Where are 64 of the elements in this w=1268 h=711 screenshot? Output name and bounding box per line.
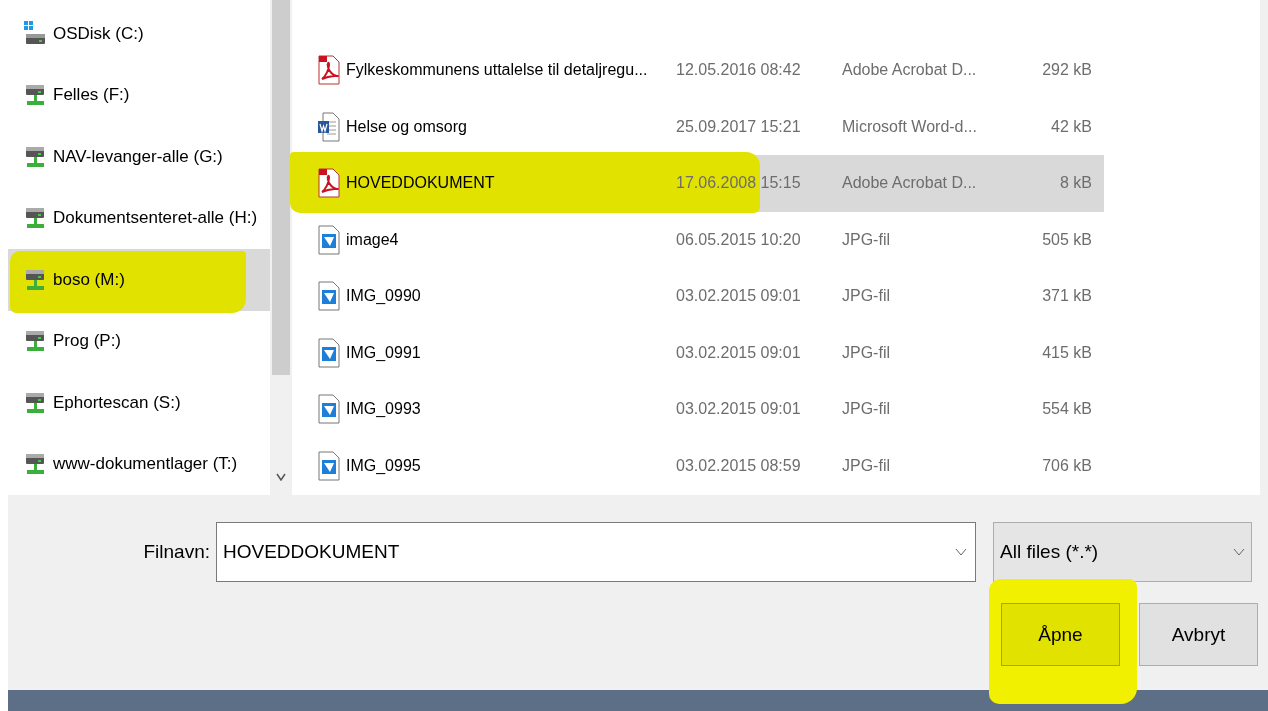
hard-drive-icon [24,20,46,47]
file-name: Helse og omsorg [346,117,467,136]
file-date: 03.02.2015 09:01 [676,287,802,306]
word-document-icon [318,111,340,142]
dropdown-caret-icon[interactable] [955,548,967,556]
file-type: JPG-fil [842,287,891,306]
file-name: image4 [346,230,399,249]
file-date: 03.02.2015 09:01 [676,400,802,419]
navigation-item[interactable]: Felles (F:) [8,64,270,126]
navigation-item[interactable]: boso (M:) [8,249,270,311]
file-type: Adobe Acrobat D... [842,174,978,193]
file-size: 554 kB [1041,400,1092,419]
file-type: Microsoft Word-d... [842,117,978,136]
file-type: Adobe Acrobat D... [842,61,978,80]
navigation-item[interactable]: www-dokumentlager (T:) [8,433,270,495]
file-size: 8 kB [1059,174,1092,193]
file-row[interactable]: IMG_0993 03.02.2015 09:01 JPG-fil 554 kB [310,381,1104,438]
filename-label: Filnavn: [142,541,211,563]
file-row[interactable]: image4 06.05.2015 10:20 JPG-fil 505 kB [310,211,1104,268]
file-row[interactable]: IMG_0990 03.02.2015 09:01 JPG-fil 371 kB [310,268,1104,325]
file-type-dropdown[interactable]: All files (*.*) [993,522,1252,582]
filename-field[interactable]: HOVEDDOKUMENT [216,522,976,582]
navigation-item[interactable]: Ephortescan (S:) [8,372,270,434]
cancel-button[interactable]: Avbryt [1139,603,1258,666]
open-button[interactable]: Åpne [1001,603,1120,666]
file-name: Fylkeskommunens uttalelse til detaljregu... [346,61,648,80]
file-row[interactable]: Helse og omsorg 25.09.2017 15:21 Microsoft Word-d... 42 kB [310,98,1104,155]
file-type: JPG-fil [842,456,891,475]
image-file-icon [318,450,340,481]
navigation-item[interactable]: Dokumentsenteret-alle (H:) [8,187,270,249]
file-name: HOVEDDOKUMENT [346,174,495,193]
file-name: IMG_0991 [346,343,421,362]
file-size: 42 kB [1050,117,1092,136]
navigation-item[interactable]: Prog (P:) [8,310,270,372]
file-date: 12.05.2016 08:42 [676,61,802,80]
image-file-icon [318,337,340,368]
file-size: 706 kB [1041,456,1092,475]
file-row[interactable]: IMG_0991 03.02.2015 09:01 JPG-fil 415 kB [310,324,1104,381]
navigation-item[interactable]: NAV-levanger-alle (G:) [8,126,270,188]
image-file-icon [318,281,340,312]
file-type: JPG-fil [842,230,891,249]
scrollbar-thumb[interactable] [272,0,290,375]
file-name: IMG_0993 [346,400,421,419]
file-row[interactable]: Fylkeskommunens uttalelse til detaljregu... 12.05.2016 08:42 Adobe Acrobat D... 292 kB [310,42,1104,99]
navigation-item[interactable]: OSDisk (C:) [8,3,270,65]
image-file-icon [318,394,340,425]
pdf-file-icon [318,55,340,86]
file-size: 415 kB [1041,343,1092,362]
file-row[interactable]: IMG_0995 03.02.2015 08:59 JPG-fil 706 kB [310,437,1104,494]
file-size: 505 kB [1041,230,1092,249]
file-size: 292 kB [1041,61,1092,80]
file-type: JPG-fil [842,343,891,362]
file-date: 17.06.2008 15:15 [676,174,802,193]
pdf-file-icon [318,168,340,199]
image-file-icon [318,224,340,255]
file-size: 371 kB [1041,287,1092,306]
dropdown-caret-icon[interactable] [1233,548,1245,556]
file-date: 03.02.2015 09:01 [676,343,802,362]
file-date: 06.05.2015 10:20 [676,230,802,249]
file-type: JPG-fil [842,400,891,419]
file-name: IMG_0990 [346,287,421,306]
file-date: 25.09.2017 15:21 [676,117,802,136]
file-date: 03.02.2015 08:59 [676,456,802,475]
file-name: IMG_0995 [346,456,421,475]
